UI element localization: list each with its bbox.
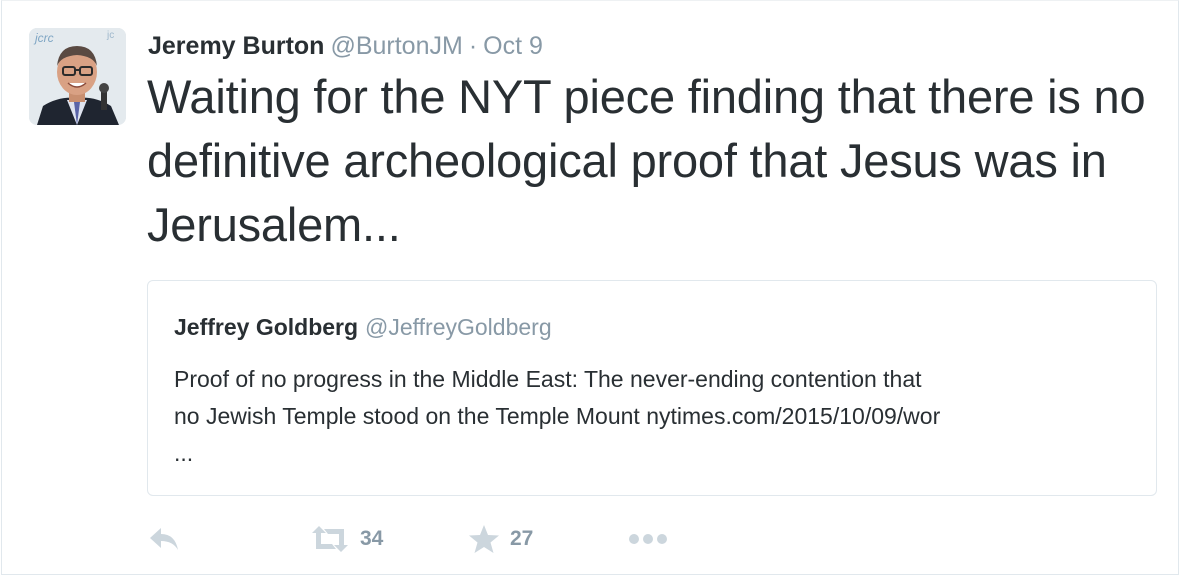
author-handle[interactable]: @BurtonJM xyxy=(330,32,462,60)
retweet-icon xyxy=(312,526,348,552)
quoted-text-line: ... xyxy=(174,440,194,466)
svg-text:jc: jc xyxy=(106,30,114,41)
tweet-text: Waiting for the NYT piece finding that t… xyxy=(147,70,1146,251)
tweet-actions: 34 27 xyxy=(147,519,747,559)
tweet-card[interactable]: jcrc jc Jeremy Burton @BurtonJM · Oct 9 … xyxy=(1,0,1179,575)
avatar-backdrop-text: jcrc xyxy=(33,31,54,45)
header-separator: · xyxy=(468,32,478,60)
retweet-count: 34 xyxy=(360,527,384,550)
retweet-button[interactable]: 34 xyxy=(310,519,383,559)
quoted-text-line: no Jewish Temple stood on the Temple Mou… xyxy=(174,403,941,429)
more-dots-icon xyxy=(629,534,667,544)
quoted-author-name: Jeffrey Goldberg xyxy=(174,314,359,340)
tweet-header: Jeremy Burton @BurtonJM · Oct 9 xyxy=(148,31,543,61)
reply-icon xyxy=(150,528,178,550)
quoted-author-handle: @JeffreyGoldberg xyxy=(365,314,552,340)
avatar[interactable]: jcrc jc xyxy=(29,28,126,125)
favorite-button[interactable]: 27 xyxy=(468,519,533,559)
reply-button[interactable] xyxy=(147,519,181,559)
quoted-tweet[interactable]: Jeffrey Goldberg @JeffreyGoldberg Proof o… xyxy=(147,280,1157,496)
star-icon xyxy=(469,525,499,553)
avatar-photo: jcrc jc xyxy=(29,28,126,125)
favorite-count: 27 xyxy=(510,527,534,550)
quoted-tweet-header: Jeffrey Goldberg @JeffreyGoldberg xyxy=(174,313,552,341)
quoted-tweet-text: Proof of no progress in the Middle East:… xyxy=(174,361,1144,472)
author-name[interactable]: Jeremy Burton xyxy=(148,32,324,60)
more-options-button[interactable] xyxy=(628,519,668,559)
tweet-date[interactable]: Oct 9 xyxy=(483,32,543,60)
quoted-text-line: Proof of no progress in the Middle East:… xyxy=(174,366,922,392)
